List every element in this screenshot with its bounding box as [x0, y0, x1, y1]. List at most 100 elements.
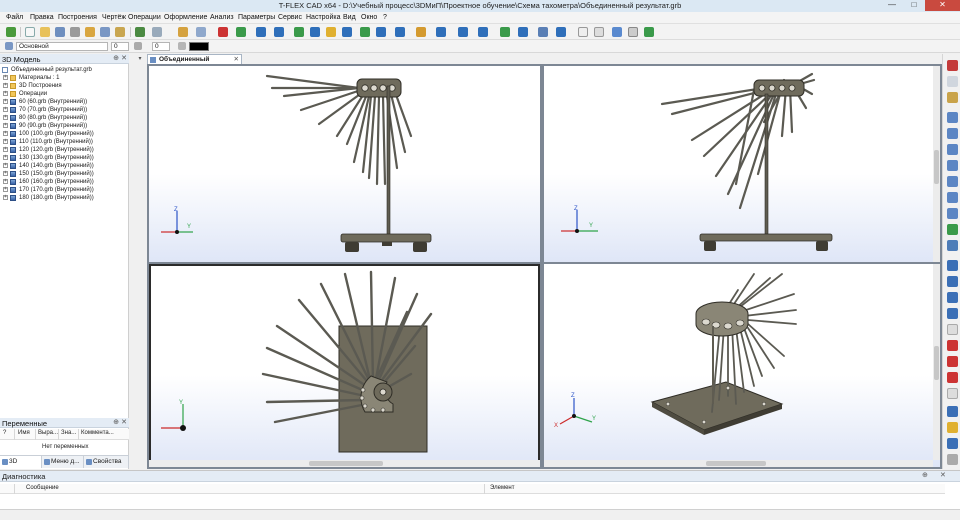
- tree-item[interactable]: +160 (160.grb (Внутренний)): [0, 178, 128, 186]
- measure-icon[interactable]: [500, 27, 510, 37]
- tab-list-icon[interactable]: ▾: [135, 55, 145, 64]
- priority-icon[interactable]: [134, 42, 142, 50]
- column-header[interactable]: Коммента...: [81, 430, 114, 436]
- check-faces-icon[interactable]: [947, 372, 958, 383]
- tree-item[interactable]: +130 (130.grb (Внутренний)): [0, 154, 128, 162]
- copy-icon[interactable]: [100, 27, 110, 37]
- check-icon[interactable]: [947, 340, 958, 351]
- layers-icon[interactable]: [5, 42, 13, 50]
- hide-icon[interactable]: [947, 292, 958, 303]
- tab-command-menu[interactable]: Меню д...: [42, 456, 84, 468]
- chamfer-icon[interactable]: [376, 27, 386, 37]
- filter-icon[interactable]: [947, 324, 958, 335]
- assembly-icon[interactable]: [538, 27, 548, 37]
- menu-parameters[interactable]: Параметры: [238, 14, 275, 21]
- column-header-element[interactable]: Элемент: [490, 485, 514, 491]
- zoom-prev-icon[interactable]: [947, 192, 958, 203]
- confirm-icon[interactable]: [6, 27, 16, 37]
- cube-icon[interactable]: [478, 27, 488, 37]
- workplane-icon[interactable]: [196, 27, 206, 37]
- tab-3d-model[interactable]: 3D Модель: [0, 456, 42, 477]
- material-icon[interactable]: [947, 422, 958, 433]
- rotate-icon[interactable]: [310, 27, 320, 37]
- menu-settings[interactable]: Настройка: [306, 14, 340, 21]
- check-edges-icon[interactable]: [947, 356, 958, 367]
- level-field[interactable]: 0: [111, 42, 129, 51]
- view-orientation-icon[interactable]: [947, 240, 958, 251]
- report-icon[interactable]: [578, 27, 588, 37]
- expand-icon[interactable]: +: [3, 179, 8, 184]
- expand-icon[interactable]: +: [3, 107, 8, 112]
- column-header[interactable]: Зна...: [61, 430, 76, 436]
- tree-item[interactable]: +110 (110.grb (Внутренний)): [0, 138, 128, 146]
- show-icon[interactable]: [947, 308, 958, 319]
- expand-icon[interactable]: +: [3, 195, 8, 200]
- tree-item[interactable]: +60 (60.grb (Внутренний)): [0, 98, 128, 106]
- tree-item[interactable]: +140 (140.grb (Внутренний)): [0, 162, 128, 170]
- pin-icon[interactable]: ⊕: [922, 471, 928, 479]
- snap-icon[interactable]: [947, 76, 958, 87]
- tree-item[interactable]: + Операции: [0, 90, 128, 98]
- open-folder-icon[interactable]: [40, 27, 50, 37]
- wireframe-icon[interactable]: [947, 438, 958, 449]
- color-swatch[interactable]: [189, 42, 209, 51]
- tree-item[interactable]: + Материалы : 1: [0, 74, 128, 82]
- close-icon[interactable]: ✕: [121, 418, 127, 426]
- zoom-next-icon[interactable]: [947, 208, 958, 219]
- expand-icon[interactable]: +: [3, 163, 8, 168]
- body-icon[interactable]: [416, 27, 426, 37]
- expand-icon[interactable]: +: [3, 171, 8, 176]
- loft-icon[interactable]: [326, 27, 336, 37]
- zoom-window-icon[interactable]: [947, 112, 958, 123]
- layer-select[interactable]: Основной: [16, 42, 108, 51]
- paste-icon[interactable]: [115, 27, 125, 37]
- tree-item[interactable]: +180 (180.grb (Внутренний)): [0, 194, 128, 202]
- maximize-button[interactable]: □: [903, 0, 925, 11]
- tree-item[interactable]: +90 (90.grb (Внутренний)): [0, 122, 128, 130]
- rotate-view-icon[interactable]: [947, 224, 958, 235]
- shaded-icon[interactable]: [947, 406, 958, 417]
- vertical-scrollbar[interactable]: [933, 264, 940, 460]
- pin-icon[interactable]: ⊕: [113, 418, 119, 426]
- menu-annotation[interactable]: Оформление: [164, 14, 207, 21]
- expand-icon[interactable]: +: [3, 115, 8, 120]
- column-header-message[interactable]: Сообщение: [26, 485, 59, 491]
- undo-icon[interactable]: [135, 27, 145, 37]
- priority-field[interactable]: 0: [152, 42, 170, 51]
- scroll-thumb[interactable]: [934, 346, 939, 380]
- close-button[interactable]: ✕: [925, 0, 960, 11]
- menu-operations[interactable]: Операции: [128, 14, 161, 21]
- print-icon[interactable]: [70, 27, 80, 37]
- close-tab-icon[interactable]: ✕: [234, 55, 239, 64]
- section-icon[interactable]: [518, 27, 528, 37]
- expand-icon[interactable]: +: [3, 99, 8, 104]
- zoom-out-icon[interactable]: [947, 176, 958, 187]
- node-icon[interactable]: [236, 27, 246, 37]
- menu-service[interactable]: Сервис: [278, 14, 302, 21]
- fragment-icon[interactable]: [556, 27, 566, 37]
- cut-icon[interactable]: [85, 27, 95, 37]
- pin-icon[interactable]: ⊕: [113, 54, 119, 62]
- grid-icon[interactable]: [947, 388, 958, 399]
- visibility-icon[interactable]: [947, 260, 958, 271]
- save-icon[interactable]: [55, 27, 65, 37]
- new-file-icon[interactable]: [25, 27, 35, 37]
- bom-icon[interactable]: [594, 27, 604, 37]
- expand-icon[interactable]: +: [3, 147, 8, 152]
- pan-icon[interactable]: [947, 160, 958, 171]
- column-header[interactable]: Выра...: [38, 430, 58, 436]
- circle-icon[interactable]: [274, 27, 284, 37]
- minimize-button[interactable]: —: [881, 0, 903, 11]
- viewport-top[interactable]: Y: [149, 264, 540, 467]
- expand-icon[interactable]: +: [3, 83, 8, 88]
- tree-item[interactable]: Объединенный результат.grb: [0, 66, 128, 74]
- shell-icon[interactable]: [436, 27, 446, 37]
- section-view-icon[interactable]: [947, 276, 958, 287]
- menu-view[interactable]: Вид: [343, 14, 356, 21]
- close-icon[interactable]: ✕: [940, 471, 946, 479]
- menu-construct[interactable]: Построения: [58, 14, 97, 21]
- tab-document[interactable]: Объединенный результат.grb ✕: [147, 54, 242, 72]
- viewport-isometric[interactable]: Z X Y: [544, 264, 940, 467]
- expand-icon[interactable]: +: [3, 155, 8, 160]
- expand-icon[interactable]: +: [3, 139, 8, 144]
